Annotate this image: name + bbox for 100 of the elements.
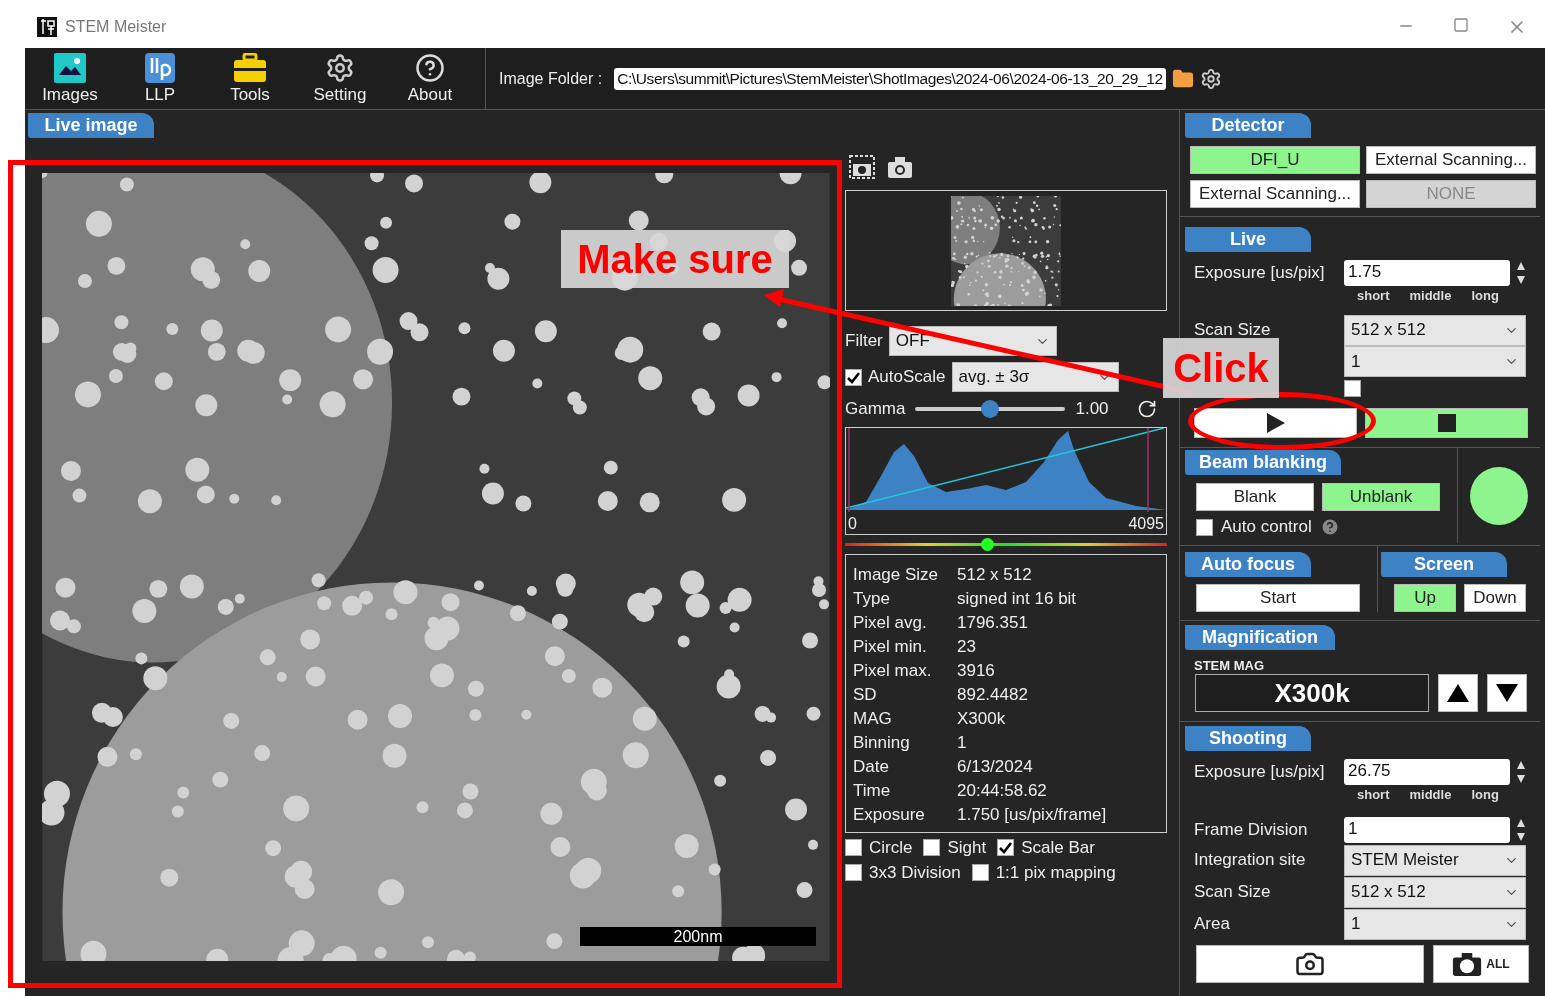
option-label: 1:1 pix mapping — [995, 862, 1116, 883]
section-header: Detector — [1185, 113, 1311, 138]
dropdown[interactable]: 1 — [1344, 908, 1526, 940]
play-button[interactable] — [1194, 408, 1357, 438]
toolbar-button[interactable]: Setting — [295, 48, 385, 109]
screen-button[interactable]: Down — [1464, 584, 1526, 612]
checkbox[interactable] — [923, 839, 941, 856]
play-icon — [1265, 412, 1286, 434]
camera-icon — [1452, 951, 1483, 977]
scale-bar: 200nm — [580, 927, 816, 946]
checkbox[interactable] — [845, 864, 862, 881]
capture-all-button[interactable]: ALL — [1433, 945, 1529, 983]
gamma-slider-thumb[interactable] — [981, 400, 1000, 418]
range-slider-track[interactable] — [845, 538, 1167, 551]
scan-size-dropdown[interactable]: 512 x 512 — [1344, 314, 1526, 346]
range-slider-thumb[interactable] — [980, 538, 994, 551]
gamma-label: Gamma — [845, 399, 906, 419]
capture-button[interactable] — [1196, 945, 1424, 983]
field-label: Frame Division — [1194, 819, 1309, 840]
blanking-button[interactable]: Unblank — [1322, 483, 1440, 511]
dropdown[interactable]: STEM Meister — [1344, 844, 1526, 876]
magnify-up-button[interactable] — [1438, 674, 1478, 712]
make-sure-callout: Make sure — [561, 230, 789, 288]
info-value: 1 — [957, 732, 968, 754]
magnify-down-button[interactable] — [1487, 674, 1527, 712]
checkbox[interactable] — [997, 839, 1015, 856]
detector-button[interactable]: External Scanning... — [1190, 180, 1360, 208]
gamma-reading: 1.00 — [1075, 399, 1109, 419]
picture-icon — [54, 52, 86, 83]
start-button[interactable]: Start — [1196, 584, 1360, 612]
option-label: Scale Bar — [1021, 837, 1095, 858]
exposure-input[interactable]: 1.75 — [1344, 260, 1510, 286]
info-label: Time — [853, 780, 892, 802]
field-label: Area — [1194, 914, 1231, 934]
help-icon[interactable] — [1319, 517, 1340, 537]
info-value: 20:44:58.62 — [957, 780, 1048, 802]
histogram-min-label: 0 — [848, 515, 857, 533]
preset-label: short — [1357, 787, 1390, 804]
reset-icon[interactable] — [1136, 399, 1157, 419]
info-value: 892.4482 — [957, 684, 1029, 706]
down-triangle-icon — [1495, 683, 1519, 703]
section-header: Live — [1185, 227, 1311, 252]
detector-button[interactable]: DFI_U — [1190, 146, 1360, 174]
info-value: 23 — [957, 636, 977, 658]
exposure-label: Exposure [us/pix] — [1194, 263, 1326, 283]
checkbox[interactable] — [971, 864, 989, 881]
info-value: 3916 — [957, 660, 996, 682]
preset-label: long — [1471, 288, 1499, 305]
checkbox[interactable] — [845, 368, 862, 386]
screen-button[interactable]: Up — [1394, 584, 1456, 612]
section-header: Beam blanking — [1185, 450, 1342, 475]
blanking-button[interactable]: Blank — [1196, 483, 1314, 511]
histogram-max-label: 4095 — [1128, 515, 1164, 533]
section-header: Screen — [1381, 552, 1507, 577]
info-value: 1796.351 — [957, 612, 1029, 634]
dropdown[interactable]: 512 x 512 — [1344, 876, 1526, 908]
spinner-arrows-icon[interactable] — [1516, 760, 1526, 784]
autoscale-dropdown[interactable]: avg. ± 3σ — [951, 362, 1119, 392]
click-callout: Click — [1163, 338, 1279, 398]
stem-mag-label: STEM MAG — [1194, 658, 1266, 673]
autoscale-label: AutoScale — [868, 367, 946, 387]
detector-button[interactable]: External Scanning... — [1366, 146, 1536, 174]
checkbox[interactable] — [1344, 379, 1361, 397]
info-value: 512 x 512 — [957, 564, 1033, 586]
window-title: STEM Meister — [65, 17, 167, 36]
info-label: SD — [853, 684, 878, 706]
info-label: MAG — [853, 708, 893, 730]
frame-division-input[interactable]: 1 — [1344, 816, 1510, 843]
checkbox[interactable] — [1196, 518, 1213, 536]
info-label: Date — [853, 756, 890, 778]
field-label: Integration site — [1194, 850, 1307, 870]
spinner-arrows-icon[interactable] — [1516, 261, 1526, 285]
help-icon — [415, 52, 445, 83]
toolbar-button[interactable]: About — [385, 48, 475, 109]
info-label: Pixel max. — [853, 660, 933, 682]
info-value: 1.750 [us/pix/frame] — [957, 804, 1108, 826]
folder-icon[interactable] — [1171, 67, 1194, 90]
scan-size-label: Scan Size — [1194, 320, 1272, 340]
toolbox-icon — [234, 52, 266, 83]
settings-icon[interactable] — [1199, 67, 1222, 90]
image-folder-field[interactable]: C:\Users\summit\Pictures\StemMeister\ShotImages\2024-06\2024-06-13_20_29_12 — [614, 67, 1166, 90]
info-label: Image Size — [853, 564, 940, 586]
app-icon — [37, 16, 57, 37]
stop-button[interactable] — [1365, 408, 1528, 438]
toolbar-button[interactable]: Images — [25, 48, 115, 109]
info-value: signed int 16 bit — [957, 588, 1078, 610]
toolbar-button[interactable]: LLP — [115, 48, 205, 109]
preset-label: middle — [1409, 787, 1452, 804]
exposure-input[interactable]: 26.75 — [1344, 759, 1510, 785]
section-header: Magnification — [1185, 625, 1335, 650]
camera-selection-icon[interactable] — [849, 155, 875, 179]
checkbox[interactable] — [845, 839, 862, 856]
all-label: ALL — [1486, 957, 1510, 971]
camera-icon[interactable] — [887, 155, 913, 179]
option-label: Sight — [947, 837, 987, 858]
spinner-arrows-icon[interactable] — [1516, 817, 1526, 842]
toolbar-button[interactable]: Tools — [205, 48, 295, 109]
auto-control-label: Auto control — [1221, 517, 1312, 537]
area-dropdown[interactable]: 1 — [1344, 346, 1526, 377]
preset-label: middle — [1409, 288, 1452, 305]
